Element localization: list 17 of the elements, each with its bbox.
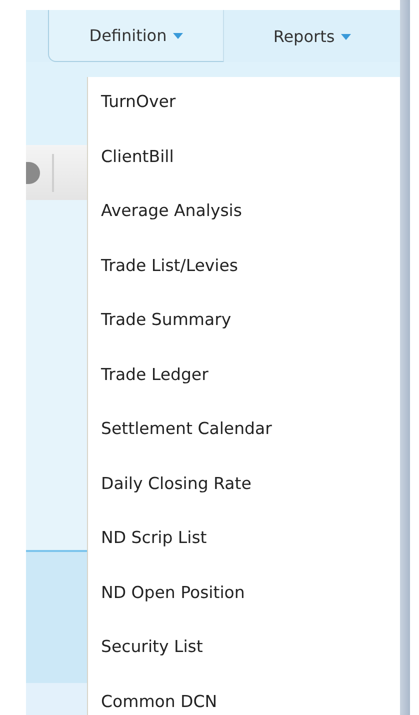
scrollbar[interactable] xyxy=(400,0,410,715)
menu-item[interactable]: ClientBill xyxy=(88,136,400,191)
menu-item[interactable]: Settlement Calendar xyxy=(88,409,400,464)
menu-item[interactable]: TurnOver xyxy=(88,82,400,136)
caret-icon xyxy=(340,34,351,40)
caret-icon xyxy=(172,32,183,38)
menu-item[interactable]: Average Analysis xyxy=(88,191,400,246)
round-icon[interactable] xyxy=(26,162,40,184)
menu-item[interactable]: ND Open Position xyxy=(88,572,400,627)
menu-item[interactable]: Daily Closing Rate xyxy=(88,464,400,518)
menu-item[interactable]: Trade Summary xyxy=(88,300,400,354)
menu-item[interactable]: ND Scrip List xyxy=(88,518,400,572)
menu-tab[interactable]: Definition xyxy=(48,10,224,62)
menu-item[interactable]: Common DCN xyxy=(88,682,400,715)
menu-item[interactable]: Security List xyxy=(88,627,400,682)
menu-item[interactable]: Trade List/Levies xyxy=(88,246,400,300)
menu-item[interactable]: Trade Ledger xyxy=(88,354,400,409)
